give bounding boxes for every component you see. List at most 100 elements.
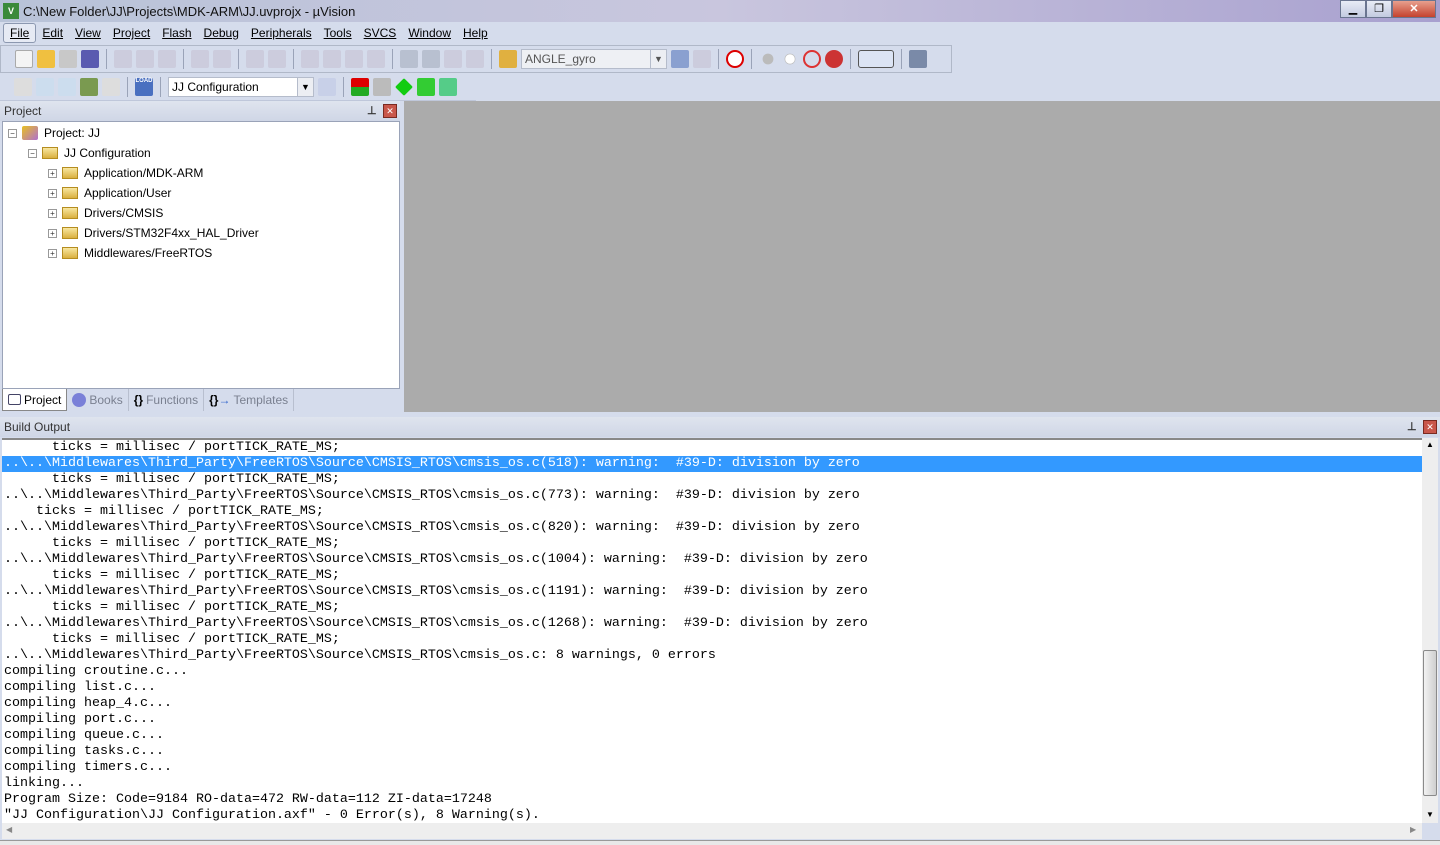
- batch-build-icon[interactable]: [80, 77, 98, 96]
- copy-icon[interactable]: [136, 50, 154, 68]
- expand-icon[interactable]: +: [48, 168, 57, 178]
- menu-file[interactable]: File: [3, 23, 37, 43]
- chevron-down-icon[interactable]: ▼: [297, 77, 313, 96]
- chevron-down-icon[interactable]: ▼: [650, 50, 666, 68]
- build-output-text[interactable]: ticks = millisec / portTICK_RATE_MS; ..\.…: [2, 438, 1422, 823]
- open-file-icon[interactable]: [37, 50, 55, 68]
- scroll-up-icon[interactable]: ▲: [1426, 440, 1434, 449]
- unindent-icon[interactable]: [422, 50, 440, 68]
- tree-node-group[interactable]: + Drivers/CMSIS: [48, 203, 163, 223]
- paste-icon[interactable]: [158, 50, 176, 68]
- output-line[interactable]: compiling timers.c...: [2, 760, 1422, 776]
- tab-books[interactable]: Books: [67, 389, 129, 411]
- output-line[interactable]: compiling queue.c...: [2, 728, 1422, 744]
- output-line[interactable]: "JJ Configuration\JJ Configuration.axf" …: [2, 808, 1422, 823]
- options-for-target-icon[interactable]: [318, 77, 336, 96]
- scroll-down-icon[interactable]: ▼: [1426, 810, 1434, 819]
- output-line[interactable]: Program Size: Code=9184 RO-data=472 RW-d…: [2, 792, 1422, 808]
- translate-icon[interactable]: [14, 77, 32, 96]
- find-in-files-icon[interactable]: [499, 50, 517, 68]
- output-line[interactable]: linking...: [2, 776, 1422, 792]
- comment-icon[interactable]: [444, 50, 462, 68]
- output-line[interactable]: ticks = millisec / portTICK_RATE_MS;: [2, 536, 1422, 552]
- collapse-icon[interactable]: −: [8, 128, 17, 138]
- tree-node-group[interactable]: + Drivers/STM32F4xx_HAL_Driver: [48, 223, 259, 243]
- expand-icon[interactable]: +: [48, 248, 57, 258]
- disable-breakpoint-icon[interactable]: [784, 53, 796, 65]
- tab-functions[interactable]: {} Functions: [129, 389, 205, 411]
- navigate-forward-icon[interactable]: [268, 50, 286, 68]
- save-icon[interactable]: [59, 50, 77, 68]
- tab-project[interactable]: Project: [2, 389, 68, 411]
- save-all-icon[interactable]: [81, 50, 99, 68]
- menu-flash[interactable]: Flash: [156, 24, 197, 42]
- debug-session-icon[interactable]: [726, 50, 744, 68]
- output-line[interactable]: ticks = millisec / portTICK_RATE_MS;: [2, 440, 1422, 456]
- output-line[interactable]: ticks = millisec / portTICK_RATE_MS;: [2, 568, 1422, 584]
- pin-icon[interactable]: ⊥: [1407, 420, 1417, 433]
- redo-icon[interactable]: [213, 50, 231, 68]
- menu-project[interactable]: Project: [107, 24, 156, 42]
- output-line[interactable]: ..\..\Middlewares\Third_Party\FreeRTOS\S…: [2, 584, 1422, 600]
- menu-edit[interactable]: Edit: [36, 24, 69, 42]
- select-packs-icon[interactable]: [373, 77, 391, 96]
- output-line[interactable]: ticks = millisec / portTICK_RATE_MS;: [2, 600, 1422, 616]
- event-recorder-icon[interactable]: [439, 77, 457, 96]
- output-line[interactable]: ..\..\Middlewares\Third_Party\FreeRTOS\S…: [2, 520, 1422, 536]
- target-select[interactable]: JJ Configuration ▼: [168, 76, 314, 97]
- menu-window[interactable]: Window: [402, 24, 457, 42]
- output-line[interactable]: compiling heap_4.c...: [2, 696, 1422, 712]
- close-window-button[interactable]: ✕: [1392, 0, 1436, 18]
- prev-bookmark-icon[interactable]: [323, 50, 341, 68]
- output-line[interactable]: ticks = millisec / portTICK_RATE_MS;: [2, 504, 1422, 520]
- collapse-icon[interactable]: −: [28, 148, 37, 158]
- tree-node-group[interactable]: + Application/User: [48, 183, 171, 203]
- output-line[interactable]: ..\..\Middlewares\Third_Party\FreeRTOS\S…: [2, 552, 1422, 568]
- new-file-icon[interactable]: [15, 50, 33, 68]
- vertical-scrollbar[interactable]: ▲ ▼: [1422, 438, 1438, 823]
- output-line[interactable]: ..\..\Middlewares\Third_Party\FreeRTOS\S…: [2, 648, 1422, 664]
- tab-templates[interactable]: {}→ Templates: [204, 389, 295, 411]
- navigate-back-icon[interactable]: [246, 50, 264, 68]
- kill-all-breakpoints-icon[interactable]: [825, 50, 843, 68]
- uncomment-icon[interactable]: [466, 50, 484, 68]
- output-line[interactable]: ticks = millisec / portTICK_RATE_MS;: [2, 472, 1422, 488]
- horizontal-scrollbar[interactable]: ◀ ▶: [2, 823, 1422, 839]
- menu-peripherals[interactable]: Peripherals: [245, 24, 318, 42]
- expand-icon[interactable]: +: [48, 228, 57, 238]
- indent-icon[interactable]: [400, 50, 418, 68]
- find-icon[interactable]: [671, 50, 689, 68]
- menu-tools[interactable]: Tools: [318, 24, 358, 42]
- tree-node-project[interactable]: − Project: JJ: [8, 123, 100, 143]
- output-line[interactable]: compiling croutine.c...: [2, 664, 1422, 680]
- manage-rte-icon[interactable]: [395, 77, 413, 96]
- cut-icon[interactable]: [114, 50, 132, 68]
- output-line[interactable]: ticks = millisec / portTICK_RATE_MS;: [2, 632, 1422, 648]
- next-bookmark-icon[interactable]: [345, 50, 363, 68]
- output-line[interactable]: ..\..\Middlewares\Third_Party\FreeRTOS\S…: [2, 488, 1422, 504]
- menu-debug[interactable]: Debug: [198, 24, 245, 42]
- scrollbar-thumb[interactable]: [1423, 650, 1437, 796]
- manage-project-items-icon[interactable]: [351, 77, 369, 96]
- configure-wrench-icon[interactable]: [909, 50, 927, 68]
- stop-build-icon[interactable]: [102, 77, 120, 96]
- undo-icon[interactable]: [191, 50, 209, 68]
- menu-help[interactable]: Help: [457, 24, 494, 42]
- pack-installer-icon[interactable]: [417, 77, 435, 96]
- expand-icon[interactable]: +: [48, 188, 57, 198]
- output-line[interactable]: compiling tasks.c...: [2, 744, 1422, 760]
- scroll-left-icon[interactable]: ◀: [6, 825, 12, 834]
- expand-icon[interactable]: +: [48, 208, 57, 218]
- tree-node-group[interactable]: + Middlewares/FreeRTOS: [48, 243, 212, 263]
- tree-node-group[interactable]: + Application/MDK-ARM: [48, 163, 203, 183]
- output-line[interactable]: compiling list.c...: [2, 680, 1422, 696]
- load-icon[interactable]: LOAD: [135, 77, 153, 96]
- window-layout-icon[interactable]: [858, 50, 894, 68]
- minimize-button[interactable]: ▁: [1340, 0, 1366, 18]
- scroll-right-icon[interactable]: ▶: [1410, 825, 1416, 834]
- output-line[interactable]: compiling port.c...: [2, 712, 1422, 728]
- bookmark-icon[interactable]: [301, 50, 319, 68]
- breakpoint-icon[interactable]: [762, 53, 774, 65]
- incremental-find-icon[interactable]: [693, 50, 711, 68]
- output-line[interactable]: ..\..\Middlewares\Third_Party\FreeRTOS\S…: [2, 456, 1422, 472]
